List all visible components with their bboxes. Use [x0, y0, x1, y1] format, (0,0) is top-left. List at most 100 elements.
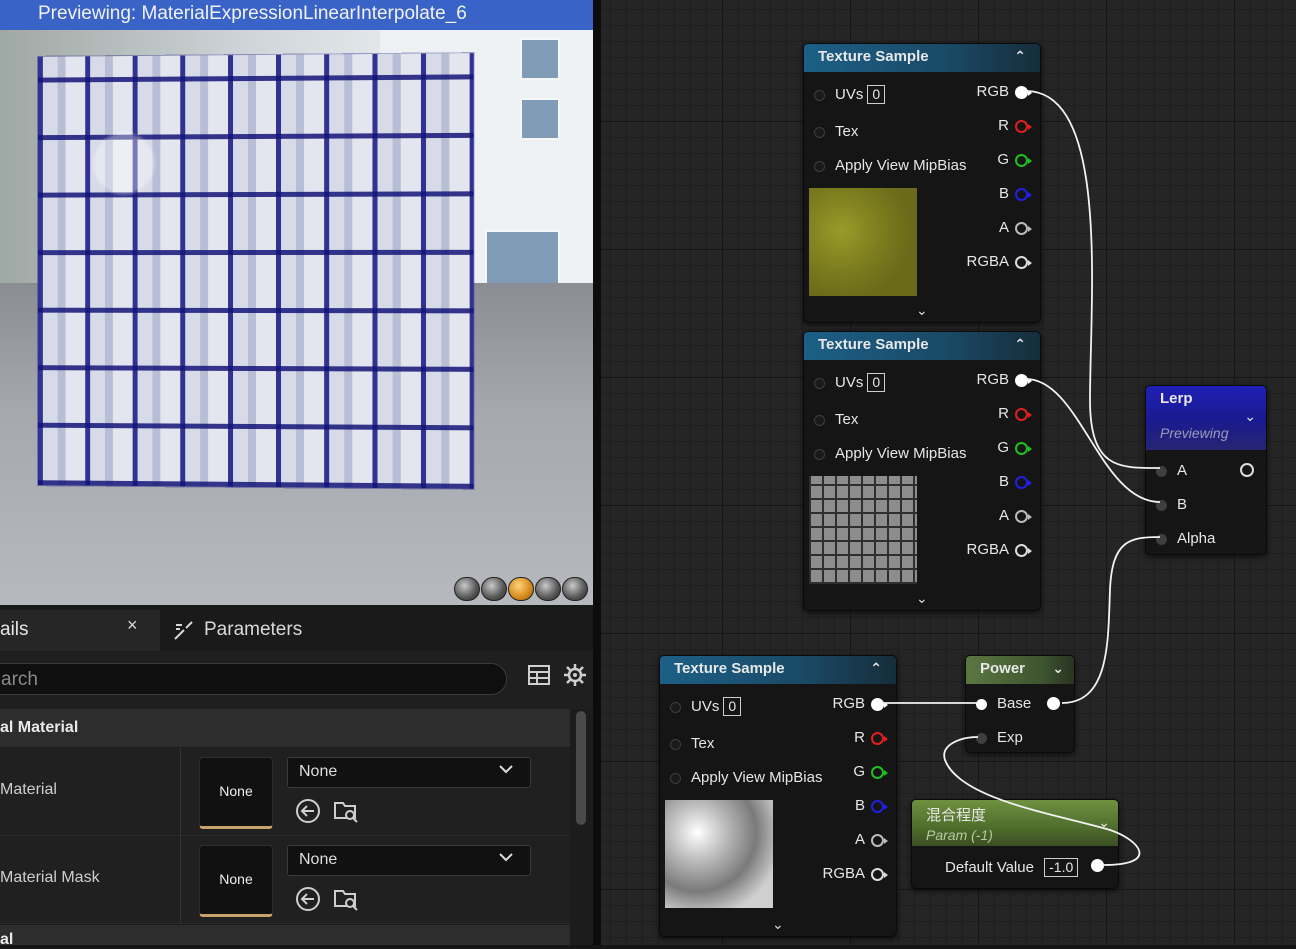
pin-exp[interactable]: Exp — [976, 729, 1023, 746]
custom-mesh-icon[interactable] — [562, 577, 588, 601]
chevron-down-icon[interactable]: ⌄ — [916, 302, 928, 319]
asset-thumbnail[interactable]: None — [199, 757, 273, 829]
panel-splitter[interactable] — [593, 0, 601, 945]
pin-uvs[interactable]: UVs 0 — [670, 697, 742, 716]
chevron-down-icon[interactable]: ⌄ — [1098, 814, 1110, 831]
chevron-down-icon[interactable]: ⌄ — [1244, 408, 1256, 425]
pin-mipbias[interactable]: Apply View MipBias — [814, 157, 966, 174]
gear-icon[interactable] — [563, 663, 587, 693]
section-bottom-header[interactable]: al — [0, 925, 570, 948]
output-pin[interactable] — [1047, 697, 1060, 710]
cube-icon[interactable] — [535, 577, 561, 601]
param-subtitle: Param (-1) — [926, 827, 993, 843]
node-header[interactable]: Power ⌄ — [966, 656, 1074, 684]
material-graph-canvas[interactable]: Texture Sample ⌃ UVs 0 Tex Apply View Mip… — [601, 0, 1296, 945]
output-rgb[interactable]: RGB — [976, 371, 1032, 388]
output-rgba[interactable]: RGBA — [822, 865, 888, 882]
output-rgba[interactable]: RGBA — [966, 541, 1032, 558]
output-g[interactable]: G — [853, 763, 888, 780]
pin-tex[interactable]: Tex — [814, 411, 858, 428]
browse-asset-icon[interactable] — [333, 886, 359, 912]
node-header[interactable]: Texture Sample ⌃ — [804, 44, 1040, 72]
parameters-icon — [174, 621, 193, 640]
asset-combo[interactable]: None — [287, 757, 531, 788]
tab-parameters[interactable]: Parameters — [172, 610, 302, 651]
lerp-header[interactable]: Lerp Previewing ⌄ — [1146, 386, 1266, 450]
search-input[interactable]: arch — [0, 663, 507, 695]
previewing-label: Previewing — [1160, 425, 1229, 441]
output-a[interactable]: A — [999, 219, 1032, 236]
output-r[interactable]: R — [998, 405, 1032, 422]
use-selected-icon[interactable] — [295, 886, 321, 912]
chevron-down-icon[interactable]: ⌄ — [1052, 660, 1064, 677]
pin-base[interactable]: Base — [976, 695, 1031, 712]
combo-value: None — [299, 763, 338, 780]
details-search-row: arch — [0, 651, 593, 709]
property-row-material-mask: Material Mask None None — [0, 836, 570, 924]
texture-preview-moss — [809, 188, 917, 296]
default-value-field[interactable]: -1.0 — [1044, 858, 1079, 877]
section-material-header[interactable]: al Material — [0, 709, 570, 747]
node-header[interactable]: Texture Sample ⌃ — [660, 656, 896, 684]
uvs-value-field[interactable]: 0 — [867, 373, 886, 392]
texture-sample-node-2[interactable]: Texture Sample ⌃ UVs 0 Tex Apply View Mip… — [803, 331, 1041, 611]
chevron-up-icon[interactable]: ⌃ — [1014, 336, 1026, 353]
power-node[interactable]: Power ⌄ Base Exp — [965, 655, 1075, 753]
pin-tex[interactable]: Tex — [670, 735, 714, 752]
pin-alpha[interactable]: Alpha — [1156, 530, 1215, 547]
pin-b[interactable]: B — [1156, 496, 1187, 513]
tab-parameters-label: Parameters — [204, 619, 303, 640]
output-a[interactable]: A — [855, 831, 888, 848]
details-scrollbar[interactable] — [576, 711, 586, 825]
output-rgb[interactable]: RGB — [832, 695, 888, 712]
asset-thumbnail[interactable]: None — [199, 845, 273, 917]
output-rgba[interactable]: RGBA — [966, 253, 1032, 270]
pin-tex[interactable]: Tex — [814, 123, 858, 140]
browse-asset-icon[interactable] — [333, 798, 359, 824]
preview-shape-buttons — [454, 577, 588, 601]
output-pin[interactable] — [1091, 859, 1104, 872]
plane-icon[interactable] — [508, 577, 534, 601]
pin-uvs[interactable]: UVs 0 — [814, 373, 886, 392]
pin-mipbias[interactable]: Apply View MipBias — [814, 445, 966, 462]
chevron-up-icon[interactable]: ⌃ — [870, 660, 882, 677]
output-g[interactable]: G — [997, 439, 1032, 456]
output-b[interactable]: B — [999, 185, 1032, 202]
pin-uvs[interactable]: UVs 0 — [814, 85, 886, 104]
close-icon[interactable]: × — [127, 615, 138, 636]
output-g[interactable]: G — [997, 151, 1032, 168]
param-header[interactable]: 混合程度 Param (-1) ⌄ — [912, 800, 1118, 846]
texture-sample-node-1[interactable]: Texture Sample ⌃ UVs 0 Tex Apply View Mip… — [803, 43, 1041, 323]
property-label: Material Mask — [0, 869, 100, 886]
sphere-icon[interactable] — [481, 577, 507, 601]
scalar-parameter-node[interactable]: 混合程度 Param (-1) ⌄ Default Value -1.0 — [911, 799, 1119, 889]
texture-sample-node-3[interactable]: Texture Sample ⌃ UVs 0 Tex Apply View Mip… — [659, 655, 897, 937]
combo-value: None — [299, 851, 338, 868]
chevron-down-icon[interactable]: ⌄ — [916, 590, 928, 607]
output-pin[interactable] — [1240, 463, 1254, 477]
asset-combo[interactable]: None — [287, 845, 531, 876]
output-rgb[interactable]: RGB — [976, 83, 1032, 100]
chevron-down-icon[interactable]: ⌄ — [772, 916, 784, 933]
material-preview-viewport[interactable]: Previewing: MaterialExpressionLinearInte… — [0, 0, 593, 605]
chevron-up-icon[interactable]: ⌃ — [1014, 48, 1026, 65]
uvs-value-field[interactable]: 0 — [723, 697, 742, 716]
default-value-row: Default Value -1.0 — [945, 858, 1079, 877]
node-header[interactable]: Texture Sample ⌃ — [804, 332, 1040, 360]
node-title: 混合程度 — [926, 807, 987, 824]
table-view-icon[interactable] — [527, 663, 551, 693]
output-a[interactable]: A — [999, 507, 1032, 524]
output-b[interactable]: B — [855, 797, 888, 814]
uvs-value-field[interactable]: 0 — [867, 85, 886, 104]
cylinder-icon[interactable] — [454, 577, 480, 601]
chevron-down-icon — [498, 761, 514, 780]
lerp-node[interactable]: Lerp Previewing ⌄ A B Alpha — [1145, 385, 1267, 555]
property-row-material: Material None None — [0, 748, 570, 836]
pin-a[interactable]: A — [1156, 462, 1187, 479]
details-panel: ails × Parameters arch al Material Mater… — [0, 605, 593, 948]
use-selected-icon[interactable] — [295, 798, 321, 824]
output-r[interactable]: R — [854, 729, 888, 746]
output-b[interactable]: B — [999, 473, 1032, 490]
output-r[interactable]: R — [998, 117, 1032, 134]
pin-mipbias[interactable]: Apply View MipBias — [670, 769, 822, 786]
